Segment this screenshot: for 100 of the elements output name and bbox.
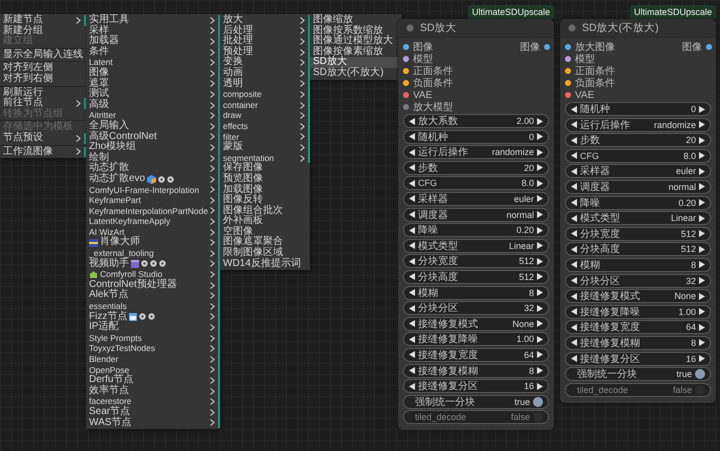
decrement-arrow-icon[interactable] [409, 382, 415, 390]
increment-arrow-icon[interactable] [537, 289, 543, 296]
toggle-knob[interactable] [533, 412, 543, 422]
decrement-arrow-icon[interactable] [409, 258, 415, 265]
increment-arrow-icon[interactable] [699, 355, 705, 362]
stepper-widget[interactable]: 模式类型 Linear [403, 238, 549, 253]
increment-arrow-icon[interactable] [537, 148, 543, 156]
decrement-arrow-icon[interactable] [409, 164, 415, 172]
increment-arrow-icon[interactable] [537, 164, 543, 172]
increment-arrow-icon[interactable] [537, 320, 543, 328]
input-slot-dot[interactable] [403, 80, 409, 86]
toggle-knob[interactable] [533, 396, 543, 407]
output-slot-dot[interactable] [544, 44, 550, 50]
decrement-arrow-icon[interactable] [571, 355, 577, 362]
menu-item[interactable]: 对齐到左侧 [0, 63, 86, 74]
menu-item[interactable]: 外补画板 [220, 216, 310, 227]
decrement-arrow-icon[interactable] [571, 292, 577, 300]
menu-item[interactable]: 对齐到右侧 [0, 74, 86, 85]
stepper-widget[interactable]: 运行后操作 randomize [565, 118, 711, 132]
stepper-widget[interactable]: 接缝修复宽度 64 [403, 348, 549, 362]
increment-arrow-icon[interactable] [699, 277, 705, 284]
input-slot-dot[interactable] [403, 92, 409, 98]
menu-item[interactable]: IP适配 [86, 322, 220, 333]
input-slot-dot[interactable] [403, 68, 409, 74]
menu-item[interactable]: 新建分组 [0, 26, 86, 36]
decrement-arrow-icon[interactable] [409, 148, 415, 156]
stepper-widget[interactable]: 模糊 8 [565, 258, 711, 272]
input-slot-dot[interactable] [403, 104, 409, 110]
stepper-widget[interactable]: CFG 8.0 [565, 148, 711, 163]
stepper-widget[interactable]: 接缝修复降噪 1.00 [403, 332, 549, 346]
decrement-arrow-icon[interactable] [409, 242, 415, 250]
increment-arrow-icon[interactable] [699, 292, 705, 300]
increment-arrow-icon[interactable] [699, 214, 705, 222]
toggle-widget[interactable]: tiled_decode false [403, 410, 549, 424]
stepper-widget[interactable]: 接缝修复降噪 1.00 [565, 304, 711, 319]
decrement-arrow-icon[interactable] [409, 118, 415, 124]
input-slot-dot[interactable] [565, 44, 571, 50]
increment-arrow-icon[interactable] [537, 180, 543, 187]
stepper-widget[interactable]: 分块宽度 512 [565, 226, 711, 241]
stepper-widget[interactable]: 分块宽度 512 [403, 254, 549, 268]
increment-arrow-icon[interactable] [699, 339, 705, 346]
decrement-arrow-icon[interactable] [409, 289, 415, 296]
increment-arrow-icon[interactable] [699, 106, 705, 112]
toggle-knob[interactable] [695, 369, 705, 380]
increment-arrow-icon[interactable] [537, 336, 543, 343]
increment-arrow-icon[interactable] [537, 195, 543, 202]
decrement-arrow-icon[interactable] [409, 273, 415, 280]
stepper-widget[interactable]: 运行后操作 randomize [403, 145, 549, 160]
decrement-arrow-icon[interactable] [409, 180, 415, 187]
increment-arrow-icon[interactable] [537, 382, 543, 390]
decrement-arrow-icon[interactable] [409, 211, 415, 218]
decrement-arrow-icon[interactable] [571, 168, 577, 175]
menu-item[interactable]: draw [220, 110, 310, 121]
menu-item[interactable]: Blender [86, 354, 220, 365]
menu-item[interactable]: essentials [86, 301, 220, 312]
increment-arrow-icon[interactable] [537, 367, 543, 374]
stepper-widget[interactable]: 分块分区 32 [565, 274, 711, 288]
menu-item[interactable]: Derfu节点 [86, 375, 220, 386]
toggle-widget[interactable]: tiled_decode false [565, 382, 711, 397]
decrement-arrow-icon[interactable] [571, 261, 577, 268]
menu-item[interactable]: Alek节点 [86, 290, 220, 302]
collapse-dot-icon[interactable] [406, 24, 414, 32]
decrement-arrow-icon[interactable] [571, 308, 577, 316]
stepper-widget[interactable]: 接缝修复分区 16 [565, 352, 711, 366]
menu-item[interactable]: ToyxyzTestNodes [86, 343, 220, 354]
stepper-widget[interactable]: 接缝修复模糊 8 [565, 336, 711, 350]
decrement-arrow-icon[interactable] [571, 199, 577, 206]
stepper-widget[interactable]: 调度器 normal [565, 180, 711, 194]
stepper-widget[interactable]: CFG 8.0 [403, 176, 549, 190]
stepper-widget[interactable]: 随机种 0 [565, 102, 711, 116]
stepper-widget[interactable]: 分块高度 512 [565, 242, 711, 256]
increment-arrow-icon[interactable] [537, 304, 543, 312]
collapse-dot-icon[interactable] [568, 24, 576, 32]
stepper-widget[interactable]: 分块高度 512 [403, 270, 549, 284]
menu-item[interactable]: facerestore [86, 396, 220, 407]
decrement-arrow-icon[interactable] [409, 304, 415, 312]
menu-item[interactable]: Sear节点 [86, 406, 220, 418]
increment-arrow-icon[interactable] [699, 199, 705, 206]
increment-arrow-icon[interactable] [699, 168, 705, 175]
input-slot-dot[interactable] [565, 92, 571, 98]
increment-arrow-icon[interactable] [537, 351, 543, 358]
increment-arrow-icon[interactable] [699, 246, 705, 253]
menu-item[interactable]: container [220, 100, 310, 110]
decrement-arrow-icon[interactable] [571, 152, 577, 160]
menu-item[interactable]: 保存图像 [220, 163, 310, 174]
decrement-arrow-icon[interactable] [409, 226, 415, 234]
increment-arrow-icon[interactable] [537, 211, 543, 218]
input-slot-dot[interactable] [565, 56, 571, 62]
stepper-widget[interactable]: 采样器 euler [403, 192, 549, 206]
decrement-arrow-icon[interactable] [571, 183, 577, 190]
increment-arrow-icon[interactable] [537, 258, 543, 265]
decrement-arrow-icon[interactable] [571, 339, 577, 346]
decrement-arrow-icon[interactable] [409, 336, 415, 343]
menu-item[interactable]: 预览图像 [220, 174, 310, 184]
increment-arrow-icon[interactable] [699, 324, 705, 331]
menu-item[interactable]: WAS节点 [86, 418, 220, 428]
toggle-widget[interactable]: 强制统一分块 true [403, 394, 549, 409]
decrement-arrow-icon[interactable] [571, 230, 577, 238]
menu-item[interactable]: 效率节点 [86, 386, 220, 396]
stepper-widget[interactable]: 降噪 0.20 [403, 223, 549, 238]
